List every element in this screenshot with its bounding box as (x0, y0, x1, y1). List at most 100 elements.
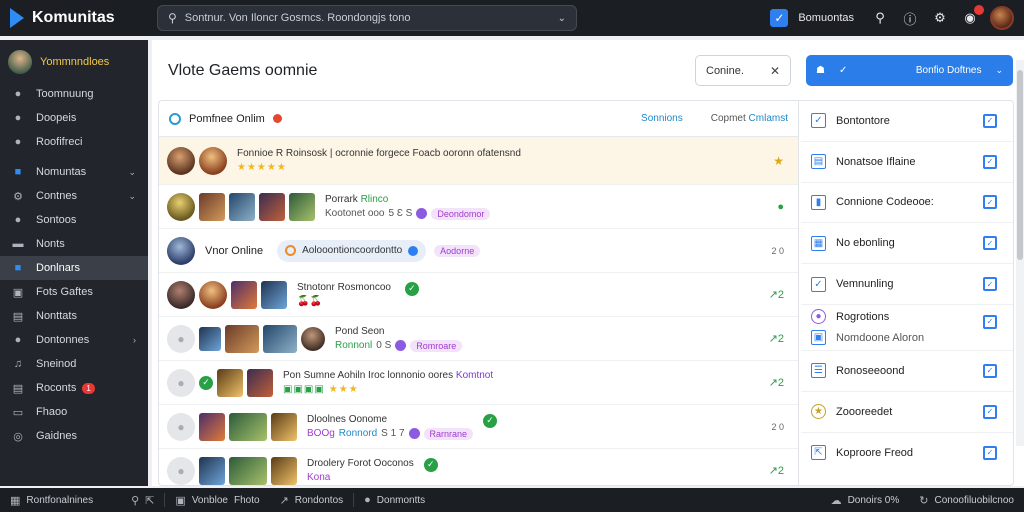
status-label: Conoofiluobilcnoo (934, 494, 1014, 506)
checkbox[interactable]: ✓ (983, 445, 997, 460)
main-content: Vlote Gaems oomnie Conine. ✕ ☗ ✓ Bonfio … (152, 40, 1024, 486)
favorite-icon[interactable]: ★ (773, 154, 784, 168)
list-item[interactable]: ● Rogrotions ▣ Nomdoone Aloron ✓ (801, 305, 1013, 351)
sidebar-item-home[interactable]: ● Toomnuung (0, 82, 148, 106)
sidebar-item-chat[interactable]: ● Doopeis (0, 106, 148, 130)
list-item[interactable]: ▮ Connione Codeooe: ✓ (801, 183, 1013, 224)
table-row[interactable]: ● Pond Seon Ronnonl 0 S Romroare ↗2 (159, 317, 798, 361)
status-item[interactable]: ☁ Donoirs 0% (821, 494, 910, 507)
list-item[interactable]: ▤ Nonatsoe Iflaine ✓ (801, 142, 1013, 183)
status-item[interactable]: ▣ Vonbloe Fhoto (165, 494, 269, 507)
sidebar-item-label: Contnes (36, 190, 77, 202)
sidebar-item-label: Toomnuung (36, 88, 94, 100)
logo-icon (10, 8, 24, 28)
clear-icon[interactable]: ✕ (770, 64, 780, 78)
checkbox[interactable]: ✓ (983, 363, 997, 378)
checkbox[interactable]: ✓ (983, 195, 997, 210)
table-row[interactable]: Porrark Rlinco Kootonet ooo 5 Ɛ S Deondomo… (159, 185, 798, 229)
checkbox[interactable]: ✓ (983, 404, 997, 419)
checkbox[interactable]: ✓ (983, 113, 997, 128)
list-item-sublabel: Nomdoone Aloron (836, 331, 925, 344)
row-subtitle-text: BOOg (307, 428, 335, 439)
list-item[interactable]: ✓ Vemnunling ✓ (801, 264, 1013, 305)
avatar (167, 280, 195, 309)
table-row[interactable]: ● ✓ Pon Sumne Aohiln Iroc lonnonio oores… (159, 361, 798, 405)
checkbox[interactable]: ✓ (983, 314, 997, 329)
filter-input[interactable]: Conine. ✕ (695, 55, 791, 86)
settings-icon[interactable]: ⚙ (930, 8, 950, 28)
notification-badge (974, 5, 984, 15)
sidebar-user[interactable]: Yommnndloes (0, 40, 148, 82)
checkbox[interactable]: ✓ (983, 154, 997, 169)
list-item-row: ● Rogrotions (811, 309, 889, 325)
status-chip[interactable]: Aolooontioncoordontto (277, 239, 427, 262)
chevron-down-icon: ⌄ (128, 190, 136, 201)
page-title: Vlote Gaems oomnie (168, 62, 318, 79)
sidebar: Yommnndloes ● Toomnuung ● Doopeis ● Roofifr… (0, 40, 148, 486)
tab-sessions[interactable]: Sonnions (641, 113, 683, 124)
row-subtitle: 🍒🍒 (297, 296, 322, 307)
sidebar-item-documents[interactable]: ▤ Nonttats (0, 304, 148, 328)
list-item[interactable]: ✓ Bontontore ✓ (801, 101, 1013, 142)
scrollbar-thumb[interactable] (1017, 70, 1023, 260)
scrollbar[interactable] (1016, 60, 1024, 446)
sidebar-item-profile[interactable]: ● Roofifreci (0, 130, 148, 154)
primary-button[interactable]: ☗ ✓ Bonfio Doftnes ⌄ (806, 55, 1013, 86)
chevron-down-icon: ⌄ (128, 166, 136, 177)
row-count: S 1 7 (381, 428, 405, 439)
status-item[interactable]: ↗ Rondontos (270, 494, 354, 507)
person-icon: ● (14, 136, 22, 148)
search-action[interactable]: ⚲ ⇱ (121, 494, 164, 507)
table-row[interactable]: Fonnioe R Roinsosk | ocronnie forgece Fo… (159, 137, 798, 185)
sidebar-item-label: Nonts (36, 238, 65, 250)
list-item[interactable]: ★ Zoooreedet ✓ (801, 392, 1013, 433)
checkbox[interactable]: ✓ (983, 236, 997, 251)
verified-icon: ✓ (199, 375, 213, 390)
sidebar-item-photos[interactable]: ▣ Fots Gaftes (0, 280, 148, 304)
sidebar-item-community[interactable]: ■ Nomuntas ⌄ (0, 160, 148, 184)
checkbox[interactable]: ✓ (770, 9, 789, 27)
search-input[interactable]: ⚲ Sontnur. Von Iloncr Gosmcs. Roondongjs… (157, 5, 577, 31)
avatar[interactable] (990, 6, 1014, 30)
table-row[interactable]: ● Dloolnes Oonome BOOg Ronnord S 1 7 Rarnra… (159, 405, 798, 449)
game-thumbnail (271, 412, 297, 441)
tab-complete[interactable]: Copmet Cmlamst (711, 113, 788, 124)
sidebar-item-guides[interactable]: ◎ Gaidnes (0, 424, 148, 448)
sidebar-item-contacts[interactable]: ⚙ Contnes ⌄ (0, 184, 148, 208)
game-panel: Pomfnee Onlim Sonnions Copmet Cmlamst Fo… (159, 101, 799, 485)
trend-icon: ↗2 (768, 289, 784, 301)
avatar (167, 192, 195, 221)
table-row[interactable]: Vnor Online Aolooontioncoordontto Aodorn… (159, 229, 798, 273)
sidebar-item-notes[interactable]: ▬ Nonts (0, 232, 148, 256)
status-item[interactable]: ↻ Conoofiluobilcnoo (909, 494, 1024, 507)
sidebar-item-records[interactable]: ▤ Roconts 1 (0, 376, 148, 400)
chevron-down-icon[interactable]: ⌄ (558, 13, 566, 24)
sidebar-item-calls[interactable]: ● Dontonnes › (0, 328, 148, 352)
search-icon: ⚲ (131, 494, 140, 507)
home-icon: ☗ (816, 65, 825, 76)
game-thumbnail (217, 368, 243, 397)
list-item[interactable]: ☰ Ronoseeoond ✓ (801, 351, 1013, 392)
list-icon: ☰ (811, 363, 826, 379)
table-row[interactable]: Stnotonr Rosmoncoo 🍒🍒 ✓ ↗2 (159, 273, 798, 317)
check-icon: ✓ (811, 276, 826, 292)
app-logo[interactable]: Komunitas (0, 8, 150, 28)
list-item[interactable]: ⇱ Koproore Freod ✓ (801, 433, 1013, 474)
user-avatar (8, 50, 32, 74)
search-icon[interactable]: ⚲ (870, 8, 890, 28)
table-row[interactable]: ● Droolery Forot Ooconos Kona ✓ ↗2 (159, 449, 798, 485)
checkbox[interactable]: ✓ (983, 277, 997, 292)
sidebar-item-tools[interactable]: ● Sontoos (0, 208, 148, 232)
status-item[interactable]: ▦ Rontfonalnines (0, 494, 103, 507)
sidebar-item-cards[interactable]: ▭ Fhaoo (0, 400, 148, 424)
sidebar-item-music[interactable]: ♫ Sneinod (0, 352, 148, 376)
list-item[interactable]: ▦ No ebonling ✓ (801, 223, 1013, 265)
game-thumbnail (247, 368, 273, 397)
row-title: Pond Seon (335, 325, 385, 337)
row-subtitle: Kootonet ooo 5 Ɛ S Deondomor (325, 207, 491, 220)
status-label: Donoirs 0% (847, 494, 900, 506)
notification-icon[interactable]: ◉ (960, 5, 984, 28)
status-item[interactable]: ● Donmontts (354, 494, 435, 506)
help-icon[interactable]: ⓘ (900, 8, 920, 28)
sidebar-item-members[interactable]: ■ Donlnars (0, 256, 148, 280)
